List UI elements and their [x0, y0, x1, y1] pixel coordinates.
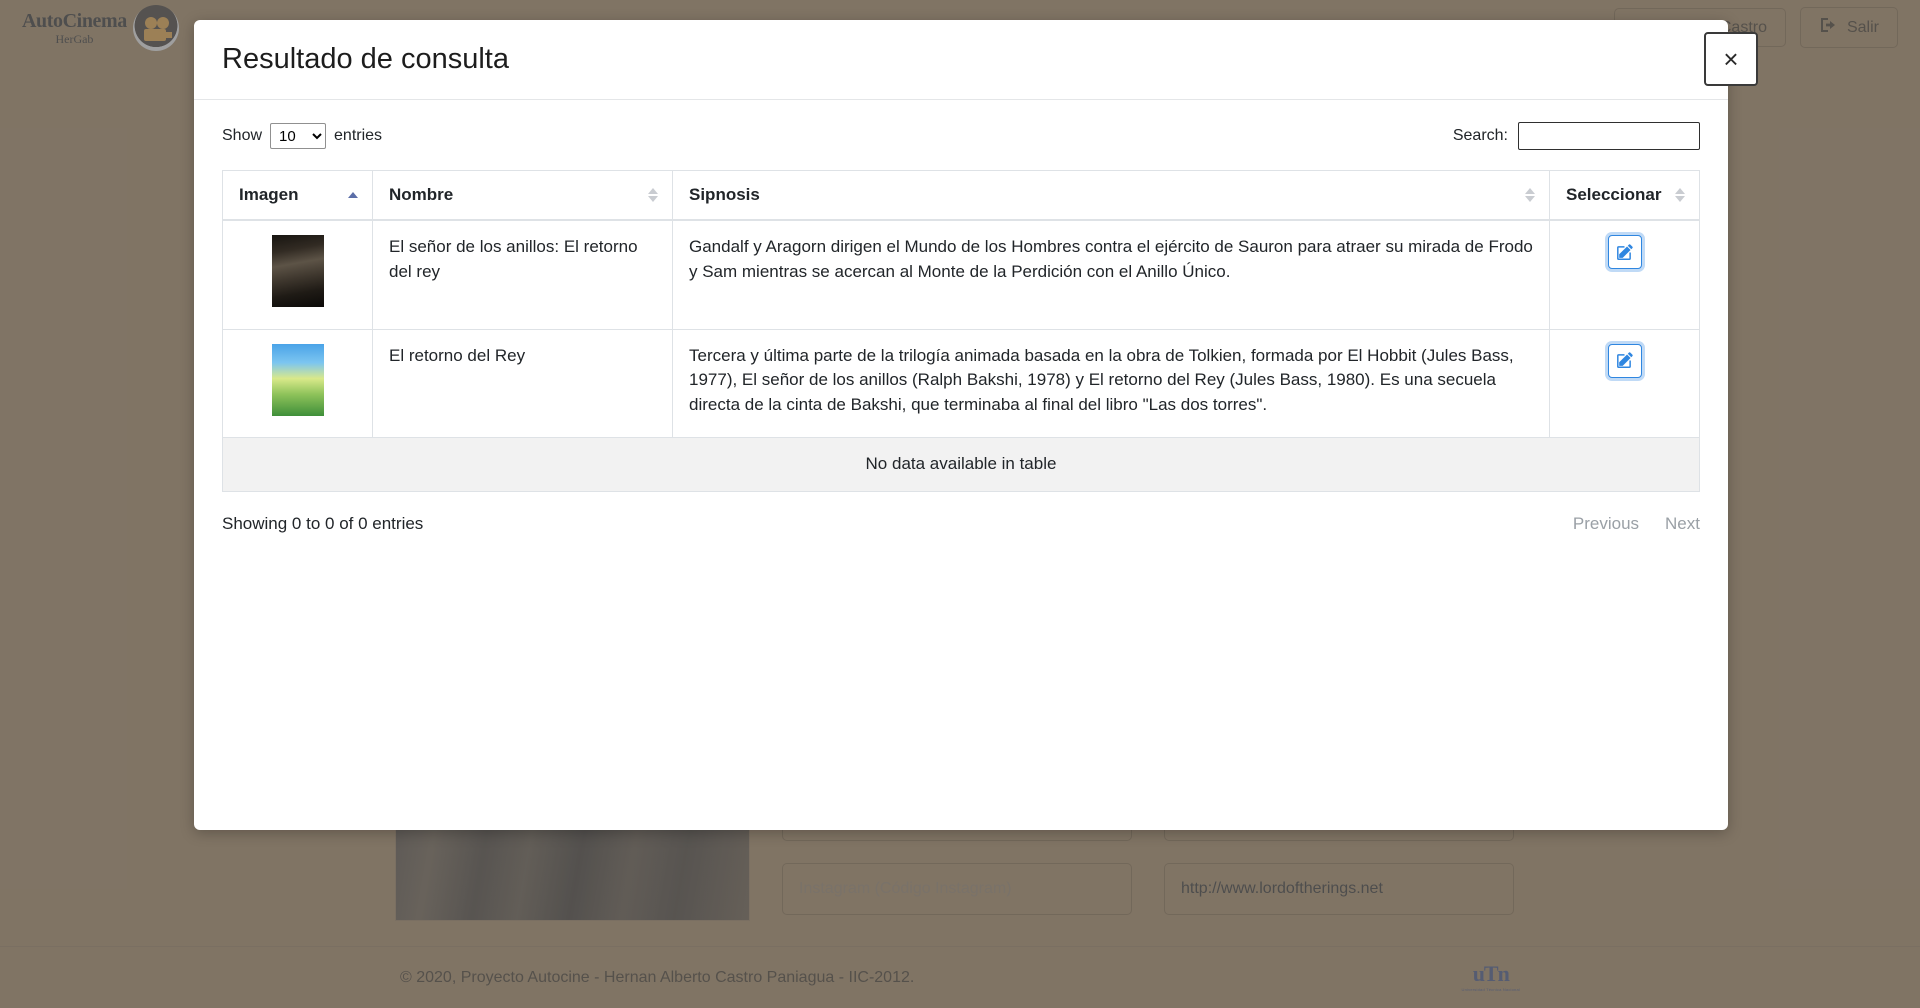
search-label: Search: — [1452, 127, 1508, 144]
search-control: Search: — [1453, 122, 1700, 150]
column-header-sipnosis-label: Sipnosis — [689, 185, 760, 204]
empty-message: No data available in table — [222, 437, 1700, 492]
select-row-button[interactable] — [1607, 343, 1642, 378]
column-header-imagen-label: Imagen — [239, 185, 299, 204]
table-head: Imagen Nombre Sipnosis Seleccionar — [222, 170, 1700, 221]
cell-sipnosis: Gandalf y Aragorn dirigen el Mundo de lo… — [672, 219, 1550, 330]
pagination-next[interactable]: Next — [1665, 514, 1700, 534]
cell-nombre: El retorno del Rey — [372, 328, 673, 439]
table-body: El señor de los anillos: El retorno del … — [222, 219, 1700, 492]
column-header-seleccionar-label: Seleccionar — [1566, 185, 1662, 204]
modal-header: Resultado de consulta × — [194, 20, 1758, 100]
sort-toggle-icon — [1675, 188, 1685, 202]
cell-imagen — [222, 219, 373, 330]
sort-toggle-icon — [1525, 188, 1535, 202]
show-label: Show — [222, 127, 263, 144]
cell-nombre: El señor de los anillos: El retorno del … — [372, 219, 673, 330]
table-row: El señor de los anillos: El retorno del … — [222, 219, 1700, 330]
column-header-nombre[interactable]: Nombre — [372, 170, 673, 221]
movie-poster-thumbnail — [271, 235, 324, 307]
entries-per-page-select[interactable]: 102550100 — [270, 123, 327, 149]
sort-ascending-icon — [348, 192, 358, 198]
sort-toggle-icon — [648, 188, 658, 202]
entries-info: Showing 0 to 0 of 0 entries — [222, 513, 424, 533]
table-header-row: Imagen Nombre Sipnosis Seleccionar — [222, 170, 1700, 221]
datatable-footer: Showing 0 to 0 of 0 entries Previous Nex… — [222, 514, 1700, 534]
cell-sipnosis: Tercera y última parte de la trilogía an… — [672, 328, 1550, 439]
column-header-sipnosis[interactable]: Sipnosis — [672, 170, 1550, 221]
pagination-previous[interactable]: Previous — [1573, 514, 1639, 534]
entries-length-control: Show 102550100 entries — [222, 123, 382, 149]
column-header-nombre-label: Nombre — [389, 185, 454, 204]
modal-title: Resultado de consulta — [222, 43, 509, 75]
pagination: Previous Next — [1573, 514, 1700, 534]
query-result-modal: Resultado de consulta × Show 102550100 e… — [194, 20, 1758, 830]
cell-seleccionar — [1549, 219, 1700, 330]
modal-body: Show 102550100 entries Search: Imagen — [194, 100, 1728, 534]
results-table: Imagen Nombre Sipnosis Seleccionar El se… — [222, 170, 1700, 492]
table-empty-row: No data available in table — [222, 437, 1700, 492]
edit-square-icon — [1616, 243, 1633, 261]
close-icon[interactable]: × — [1704, 32, 1758, 86]
cell-imagen — [222, 328, 373, 439]
search-input[interactable] — [1518, 122, 1700, 150]
select-row-button[interactable] — [1607, 235, 1642, 269]
column-header-seleccionar[interactable]: Seleccionar — [1549, 170, 1700, 221]
movie-poster-thumbnail — [271, 343, 324, 416]
datatable-controls: Show 102550100 entries Search: — [222, 122, 1700, 150]
column-header-imagen[interactable]: Imagen — [222, 170, 373, 221]
entries-label: entries — [334, 127, 383, 144]
table-row: El retorno del Rey Tercera y última part… — [222, 328, 1700, 439]
edit-square-icon — [1616, 352, 1633, 369]
cell-seleccionar — [1549, 328, 1700, 439]
